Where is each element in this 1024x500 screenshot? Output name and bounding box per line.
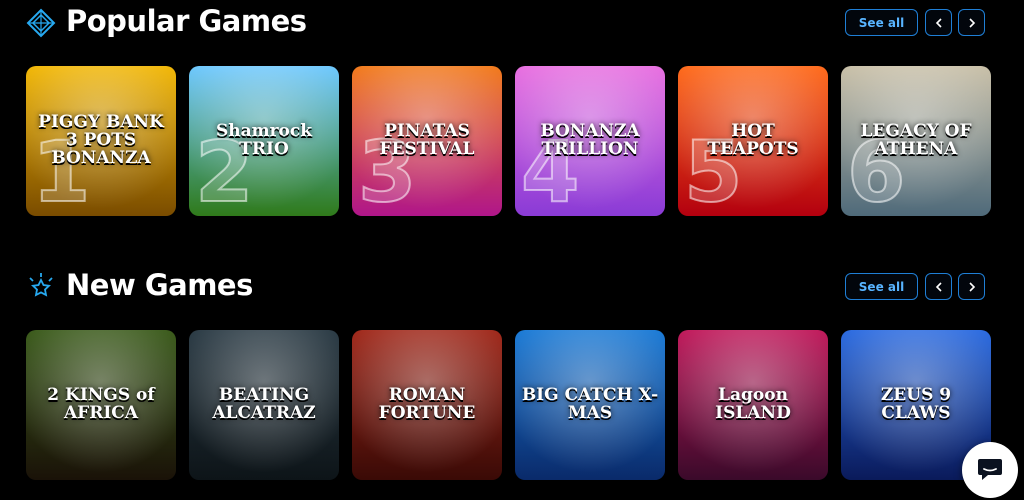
chevron-left-icon [935,17,942,28]
next-button[interactable] [958,273,985,300]
chevron-left-icon [935,281,942,292]
game-title: LEGACY OF ATHENA [860,121,972,159]
see-all-button[interactable]: See all [845,273,918,300]
previous-button[interactable] [925,9,952,36]
previous-button[interactable] [925,273,952,300]
chat-bubble-icon [978,459,1002,480]
game-card[interactable]: 5 HOT TEAPOTS [678,66,828,216]
chevron-right-icon [968,17,975,28]
new-games-header: New Games See all [0,264,1024,314]
game-title: ROMAN FORTUNE [378,385,476,423]
chat-button[interactable] [962,442,1018,498]
game-title: Shamrock TRIO [215,121,313,159]
game-title: ZEUS 9 CLAWS [880,385,952,423]
game-title: HOT TEAPOTS [707,121,799,159]
game-card[interactable]: 1 PIGGY BANK 3 POTS BONANZA [26,66,176,216]
game-card[interactable]: 4 BONANZA TRILLION [515,66,665,216]
new-games-list: 2 KINGS of AFRICA BEATING ALCATRAZ ROMAN F… [26,330,996,480]
game-title: PINATAS FESTIVAL [379,121,475,159]
game-card[interactable]: ROMAN FORTUNE [352,330,502,480]
game-title: PIGGY BANK 3 POTS BONANZA [38,112,164,168]
game-title: BONANZA TRILLION [540,121,640,159]
game-title: BEATING ALCATRAZ [212,385,316,423]
game-card[interactable]: 2 KINGS of AFRICA [26,330,176,480]
game-title: 2 KINGS of AFRICA [47,385,155,423]
popular-games-header: Popular Games See all [0,0,1024,50]
section-title: Popular Games [66,4,307,38]
see-all-button[interactable]: See all [845,9,918,36]
game-card[interactable]: BIG CATCH X-MAS [515,330,665,480]
game-title: BIG CATCH X-MAS [521,385,659,423]
section-title: New Games [66,268,253,302]
chevron-right-icon [968,281,975,292]
popular-games-section: Popular Games See all 1 PIGGY BANK 3 POTS… [0,0,1024,216]
game-card[interactable]: Lagoon ISLAND [678,330,828,480]
diamond-icon [26,8,56,38]
game-card[interactable]: 2 Shamrock TRIO [189,66,339,216]
game-card[interactable]: 3 PINATAS FESTIVAL [352,66,502,216]
game-card[interactable]: BEATING ALCATRAZ [189,330,339,480]
popular-games-list: 1 PIGGY BANK 3 POTS BONANZA 2 Shamrock TRIO… [26,66,996,216]
new-games-section: New Games See all 2 KINGS of AFRICA BEATI… [0,264,1024,480]
game-title: Lagoon ISLAND [715,385,791,423]
next-button[interactable] [958,9,985,36]
sparkle-star-icon [29,273,53,297]
game-card[interactable]: 6 LEGACY OF ATHENA [841,66,991,216]
